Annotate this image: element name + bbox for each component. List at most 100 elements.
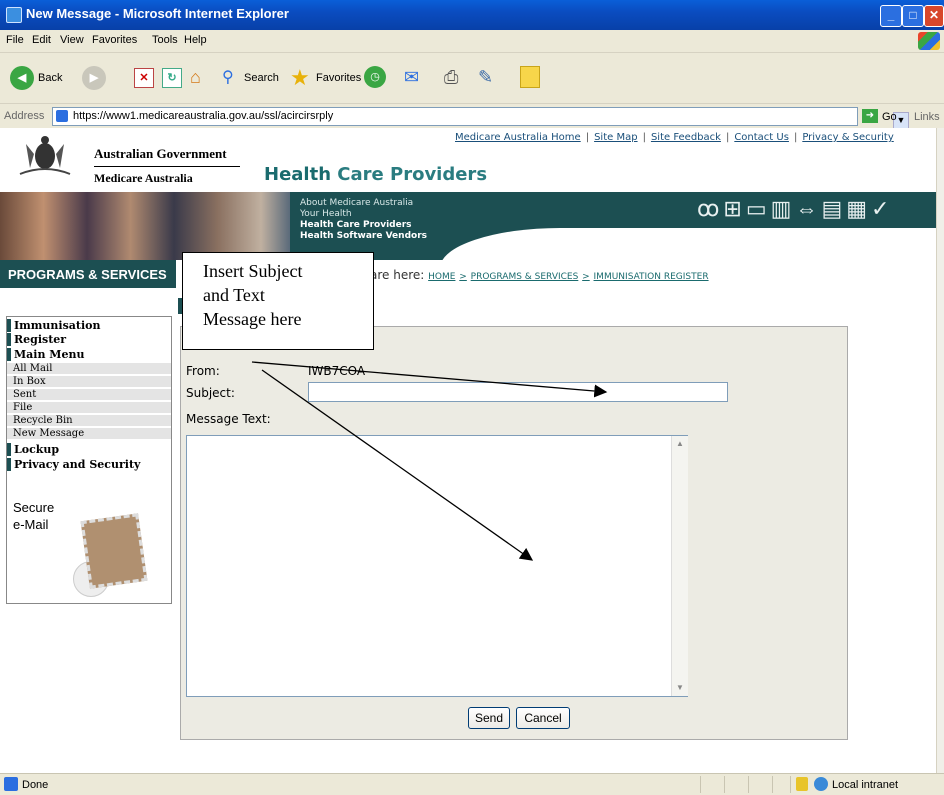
link-site-feedback[interactable]: Site Feedback (651, 132, 721, 143)
link-privacy-security[interactable]: Privacy & Security (802, 132, 893, 143)
favorites-icon[interactable]: ★ (290, 65, 310, 91)
sidebar-heading-register[interactable]: Register (7, 333, 171, 346)
banner-icon-strip: ꝏ⊞▭▥⇔▤▦✓ (697, 196, 893, 222)
section-title: Health Care Providers (264, 164, 487, 185)
sidebar-heading-main-menu[interactable]: Main Menu (7, 348, 171, 361)
top-links: Medicare Australia Home | Site Map | Site Fe… (455, 132, 894, 143)
nav-about-medicare[interactable]: About Medicare Australia (300, 198, 427, 209)
message-textarea[interactable] (186, 435, 688, 697)
from-label: From: (186, 364, 220, 378)
separator: | (642, 132, 646, 143)
lock-icon (796, 777, 808, 791)
callout-line3: Message here (203, 309, 302, 329)
stop-icon[interactable]: ✕ (134, 68, 154, 88)
sidebar-item-in-box[interactable]: In Box (7, 376, 171, 388)
close-button[interactable]: ✕ (924, 5, 944, 27)
scroll-down-icon[interactable]: ▼ (672, 680, 688, 696)
nav-health-software-vendors[interactable]: Health Software Vendors (300, 231, 427, 242)
puzzle-icon[interactable]: ⊞ (723, 196, 745, 221)
sidebar-item-recycle-bin[interactable]: Recycle Bin (7, 415, 171, 427)
link-site-map[interactable]: Site Map (594, 132, 637, 143)
cancel-button[interactable]: Cancel (516, 707, 570, 729)
page-content: Australian Government Medicare Australia… (0, 128, 936, 773)
government-name: Australian Government (94, 146, 227, 161)
link-contact-us[interactable]: Contact Us (734, 132, 789, 143)
secure-email-box: Secure e-Mail (7, 495, 171, 603)
page-done-icon (4, 777, 18, 791)
book-icon[interactable]: ▤ (821, 196, 846, 221)
menu-view[interactable]: View (60, 34, 84, 46)
favorites-label[interactable]: Favorites (316, 72, 361, 84)
send-button[interactable]: Send (468, 707, 510, 729)
address-input[interactable]: https://www1.medicareaustralia.gov.au/ss… (52, 107, 909, 129)
sidebar-item-file[interactable]: File (7, 402, 171, 414)
arrows-icon[interactable]: ⇔ (795, 196, 821, 221)
textarea-scrollbar[interactable]: ▲ ▼ (671, 436, 688, 696)
sidebar-heading-privacy[interactable]: Privacy and Security (7, 458, 171, 471)
back-label[interactable]: Back (38, 72, 62, 84)
section-title-rest: Care Providers (337, 164, 488, 185)
menu-file[interactable]: File (6, 34, 24, 46)
page-scrollbar[interactable] (936, 128, 944, 773)
secure-label-line1: Secure (13, 500, 55, 515)
back-icon[interactable]: ◀ (10, 66, 34, 90)
go-button[interactable]: Go (882, 111, 897, 123)
links-button[interactable]: Links (914, 111, 940, 123)
mail-icon[interactable]: ✉ (404, 67, 419, 88)
history-icon[interactable]: ◷ (364, 66, 386, 88)
status-text: Done (22, 779, 49, 791)
address-label: Address (4, 110, 45, 122)
ie-icon (6, 7, 22, 23)
check-icon[interactable]: ✓ (871, 196, 893, 221)
globe-icon (814, 777, 828, 791)
menu-favorites[interactable]: Favorites (92, 34, 137, 46)
breadcrumb-prefix: are here: (370, 268, 425, 282)
nav-health-care-providers[interactable]: Health Care Providers (300, 220, 427, 231)
menu-help[interactable]: Help (184, 34, 207, 46)
nav-your-health[interactable]: Your Health (300, 209, 427, 220)
zone-label: Local intranet (832, 779, 899, 791)
forward-icon[interactable]: ▶ (82, 66, 106, 90)
search-icon[interactable]: ⚲ (222, 67, 240, 86)
edit-icon[interactable]: ✎ (478, 67, 493, 88)
maximize-button[interactable]: □ (902, 5, 924, 27)
breadcrumb-home[interactable]: HOME (428, 272, 455, 282)
computer-icon[interactable]: ▭ (746, 196, 771, 221)
banner-photos (0, 192, 290, 260)
subject-input[interactable] (308, 382, 728, 402)
home-icon[interactable]: ⌂ (190, 67, 210, 87)
annotation-callout: Insert Subject and Text Message here (182, 252, 374, 350)
notes-icon[interactable] (520, 66, 540, 88)
minimize-button[interactable]: _ (880, 5, 902, 27)
address-url[interactable]: https://www1.medicareaustralia.gov.au/ss… (73, 110, 333, 122)
refresh-icon[interactable]: ↻ (162, 68, 182, 88)
breadcrumb-programs[interactable]: PROGRAMS & SERVICES (471, 272, 579, 282)
chart-icon[interactable]: ▥ (771, 196, 796, 221)
scroll-up-icon[interactable]: ▲ (672, 436, 688, 452)
breadcrumb: are here: HOME > PROGRAMS & SERVICES > I… (370, 268, 709, 282)
status-bar: Done Local intranet (0, 773, 944, 795)
menu-tools[interactable]: Tools (152, 34, 178, 46)
search-label[interactable]: Search (244, 72, 279, 84)
sidebar-item-new-message[interactable]: New Message (7, 428, 171, 440)
sidebar-item-all-mail[interactable]: All Mail (7, 363, 171, 375)
sidebar-heading-lockup[interactable]: Lockup (7, 443, 171, 456)
status-divider (724, 776, 725, 793)
sidebar-item-sent[interactable]: Sent (7, 389, 171, 401)
banner-nav: About Medicare Australia Your Health Hea… (300, 198, 427, 242)
sidebar-heading-immunisation[interactable]: Immunisation (7, 319, 171, 332)
people-icon[interactable]: ꝏ (697, 196, 723, 221)
print-icon[interactable]: ⎙ (444, 67, 458, 88)
status-divider (748, 776, 749, 793)
menu-bar: File Edit View Favorites Tools Help (0, 30, 944, 53)
section-title-highlight: Health (264, 164, 332, 185)
programs-label-bg: PROGRAMS & SERVICES (0, 260, 176, 288)
status-divider (772, 776, 773, 793)
secure-label-line2: e-Mail (13, 517, 49, 532)
go-arrow-icon[interactable]: ➜ (862, 109, 878, 123)
menu-edit[interactable]: Edit (32, 34, 51, 46)
status-divider (790, 776, 791, 793)
breadcrumb-current[interactable]: IMMUNISATION REGISTER (594, 272, 709, 282)
document-icon[interactable]: ▦ (846, 196, 871, 221)
link-medicare-home[interactable]: Medicare Australia Home (455, 132, 581, 143)
